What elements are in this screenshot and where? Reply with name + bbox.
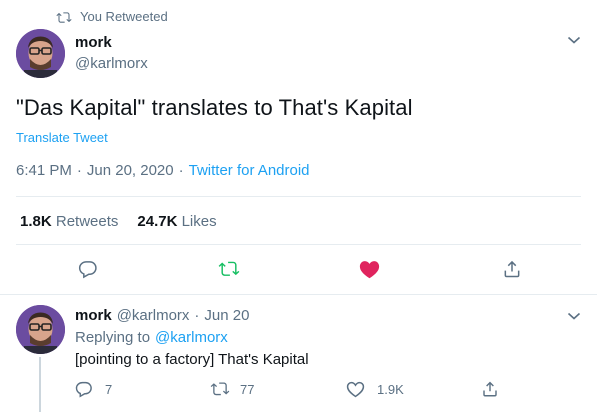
tweet-source[interactable]: Twitter for Android xyxy=(189,162,310,179)
retweet-count: 77 xyxy=(240,381,255,397)
heart-icon xyxy=(346,380,365,398)
like-count: 1.9K xyxy=(377,381,404,397)
reply-icon xyxy=(75,380,93,398)
replying-to: Replying to @karlmorx xyxy=(75,329,228,346)
retweet-icon xyxy=(210,380,230,398)
retweets-count: 1.8K xyxy=(20,213,52,230)
avatar[interactable] xyxy=(16,29,65,78)
retweets-stat[interactable]: 1.8K Retweets xyxy=(20,213,118,230)
tweet-date[interactable]: Jun 20, 2020 xyxy=(87,162,174,179)
reply-action[interactable]: 7 xyxy=(75,380,112,398)
divider xyxy=(0,294,597,295)
share-icon[interactable] xyxy=(481,380,499,398)
tweet-meta: 6:41 PM · Jun 20, 2020 · Twitter for And… xyxy=(16,162,310,179)
retweet-header-text: You Retweeted xyxy=(80,9,168,24)
tweet-text: "Das Kapital" translates to That's Kapit… xyxy=(16,95,413,120)
divider xyxy=(16,244,581,245)
author-name[interactable]: mork xyxy=(75,34,112,51)
heart-icon[interactable] xyxy=(359,259,380,279)
meta-separator: · xyxy=(76,162,82,179)
reply-author-name[interactable]: mork xyxy=(75,307,112,324)
replying-to-handle[interactable]: @karlmorx xyxy=(155,329,228,346)
share-icon[interactable] xyxy=(502,259,522,279)
reply-count: 7 xyxy=(105,381,113,397)
meta-separator: · xyxy=(178,162,184,179)
reply-header: mork @karlmorx · Jun 20 xyxy=(75,307,249,324)
tweet-time[interactable]: 6:41 PM xyxy=(16,162,72,179)
retweet-header: You Retweeted xyxy=(56,9,168,24)
retweet-icon xyxy=(56,10,72,24)
reply-handle[interactable]: @karlmorx xyxy=(117,307,190,324)
reply-text: [pointing to a factory] That's Kapital xyxy=(75,351,309,368)
likes-label: Likes xyxy=(181,213,217,230)
likes-stat[interactable]: 24.7K Likes xyxy=(137,213,216,230)
chevron-down-icon[interactable] xyxy=(567,311,581,321)
translate-tweet-link[interactable]: Translate Tweet xyxy=(16,130,108,145)
divider xyxy=(16,196,581,197)
reply-icon[interactable] xyxy=(78,259,98,279)
author-handle[interactable]: @karlmorx xyxy=(75,55,148,72)
tweet-stats: 1.8K Retweets 24.7K Likes xyxy=(20,213,217,230)
replying-to-label: Replying to xyxy=(75,329,151,346)
like-action[interactable]: 1.9K xyxy=(346,380,404,398)
reply-avatar[interactable] xyxy=(16,305,65,354)
retweets-label: Retweets xyxy=(55,213,119,230)
retweet-icon[interactable] xyxy=(218,259,240,279)
chevron-down-icon[interactable] xyxy=(567,35,581,45)
reply-date[interactable]: Jun 20 xyxy=(204,307,249,324)
thread-line xyxy=(39,357,41,412)
retweet-action[interactable]: 77 xyxy=(210,380,254,398)
likes-count: 24.7K xyxy=(137,213,178,230)
meta-separator: · xyxy=(194,307,200,324)
